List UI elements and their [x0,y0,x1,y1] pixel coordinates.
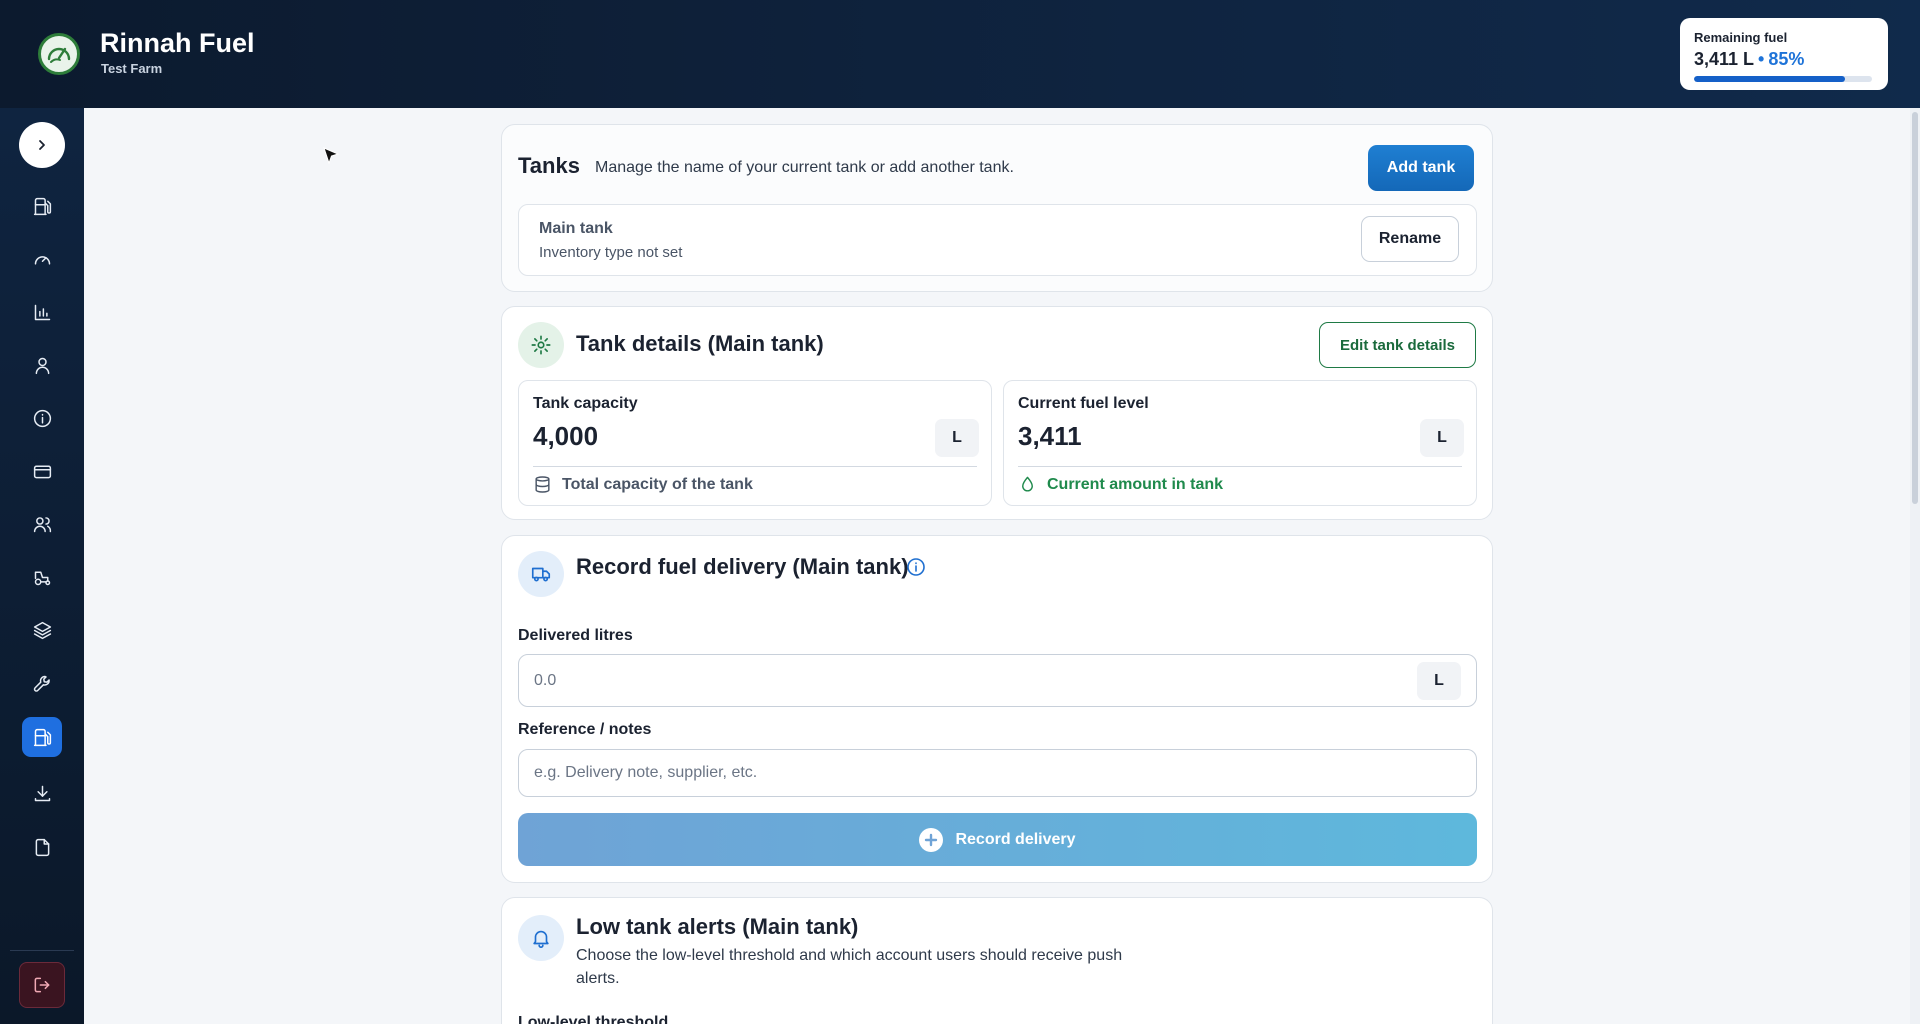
gear-icon [531,335,551,355]
tanks-title: Tanks [518,153,580,178]
tank-details-title: Tank details (Main tank) [576,331,824,356]
reference-notes-input[interactable] [518,749,1477,797]
remaining-fuel-card: Remaining fuel 3,411 L • 85% [1680,18,1888,90]
edit-tank-details-button[interactable]: Edit tank details [1319,322,1476,368]
separator-dot: • [1758,49,1765,69]
delivery-info-icon[interactable] [906,557,926,577]
remaining-fuel-percent: 85% [1768,49,1805,69]
tanks-description: Manage the name of your current tank or … [595,159,1014,176]
logout-icon [34,977,50,993]
current-fuel-level-footer: Current amount in tank [1018,475,1223,494]
remaining-fuel-label: Remaining fuel [1694,30,1788,45]
sidebar [0,108,84,1024]
divider [533,466,977,467]
nav-reports[interactable] [22,292,62,332]
wrench-icon [33,675,50,692]
tank-capacity-label: Tank capacity [533,395,638,412]
tank-capacity-stat: Tank capacity 4,000 L Total capacity of … [518,380,992,506]
current-fuel-level-footer-text: Current amount in tank [1047,475,1224,493]
app-logo [38,33,80,75]
credit-card-icon [33,465,51,478]
info-icon [33,409,51,427]
logout-button[interactable] [19,962,65,1008]
tank-capacity-unit: L [935,419,979,457]
low-tank-alerts-title: Low tank alerts (Main tank) [576,914,859,939]
page-scrollbar[interactable] [1910,108,1920,1024]
delivered-litres-unit: L [1417,662,1461,700]
divider [1018,466,1462,467]
top-bar: Rinnah Fuel Test Farm Remaining fuel 3,4… [0,0,1920,108]
tank-list-item: Main tank Inventory type not set Rename [518,204,1477,276]
record-delivery-label: Record delivery [955,830,1076,848]
bell-badge [518,915,564,961]
chevron-right-icon [39,140,45,150]
truck-icon [531,567,551,582]
remaining-fuel-litres: 3,411 L [1694,49,1755,69]
expand-sidebar-button[interactable] [19,122,65,168]
reference-notes-label: Reference / notes [518,721,652,738]
file-icon [35,838,49,856]
farm-name: Test Farm [101,61,163,76]
fuel-pump-icon [33,197,51,215]
layers-icon [33,621,51,639]
sidebar-divider [10,950,74,951]
bar-chart-icon [34,304,50,320]
fuel-tank-icon [33,728,51,746]
low-level-threshold-label: Low-level threshold [518,1014,669,1024]
remaining-fuel-progress [1694,76,1872,82]
record-delivery-title: Record fuel delivery (Main tank) [576,554,909,579]
user-icon [35,357,49,374]
tank-capacity-footer: Total capacity of the tank [533,475,753,494]
tank-details-card: Tank details (Main tank) Edit tank detai… [501,306,1493,520]
delivered-litres-label: Delivered litres [518,627,633,644]
plus-circle-icon [919,827,944,852]
remaining-fuel-progress-fill [1694,76,1846,82]
users-icon [33,516,51,532]
scrollbar-thumb[interactable] [1912,112,1918,504]
tank-capacity-value: 4,000 [533,421,599,451]
nav-fuel-pump[interactable] [22,186,62,226]
low-tank-alerts-description: Choose the low-level threshold and which… [576,947,1123,987]
current-fuel-level-unit: L [1420,419,1464,457]
nav-billing[interactable] [22,451,62,491]
nav-maintenance[interactable] [22,663,62,703]
nav-export[interactable] [22,773,62,813]
nav-documents[interactable] [22,827,62,867]
nav-info[interactable] [22,398,62,438]
remaining-fuel-value: 3,411 L • 85% [1694,49,1874,70]
nav-fields[interactable] [22,610,62,650]
app-title: Rinnah Fuel [100,28,255,58]
info-circle-icon [907,558,925,576]
cylinder-icon [535,476,550,493]
nav-gauge[interactable] [22,239,62,279]
current-fuel-level-stat: Current fuel level 3,411 L Current amoun… [1003,380,1477,506]
tank-name: Main tank [539,220,613,237]
tanks-card: Tanks Manage the name of your current ta… [501,124,1493,292]
plus-icon [925,833,938,846]
current-fuel-level-label: Current fuel level [1018,395,1149,412]
rename-tank-button[interactable]: Rename [1361,216,1459,262]
tank-inventory-type: Inventory type not set [539,244,683,261]
low-tank-alerts-card: Low tank alerts (Main tank) Choose the l… [501,897,1493,1024]
nav-machines[interactable] [22,557,62,597]
nav-tanks[interactable] [22,717,62,757]
tractor-icon [34,571,50,585]
settings-badge [518,322,564,368]
gauge-leaf-icon [47,47,71,63]
current-fuel-level-value: 3,411 [1018,421,1082,451]
record-delivery-card: Record fuel delivery (Main tank) Deliver… [501,535,1493,883]
droplet-icon [1022,476,1033,492]
truck-badge [518,551,564,597]
bell-icon [533,930,549,948]
nav-profile[interactable] [22,345,62,385]
download-icon [34,785,50,801]
gauge-icon [34,255,50,265]
mouse-cursor-icon [323,147,340,165]
nav-users[interactable] [22,504,62,544]
add-tank-button[interactable]: Add tank [1368,145,1474,191]
delivered-litres-input[interactable] [518,654,1477,707]
record-delivery-button[interactable]: Record delivery [518,813,1477,866]
tank-capacity-footer-text: Total capacity of the tank [562,475,753,493]
